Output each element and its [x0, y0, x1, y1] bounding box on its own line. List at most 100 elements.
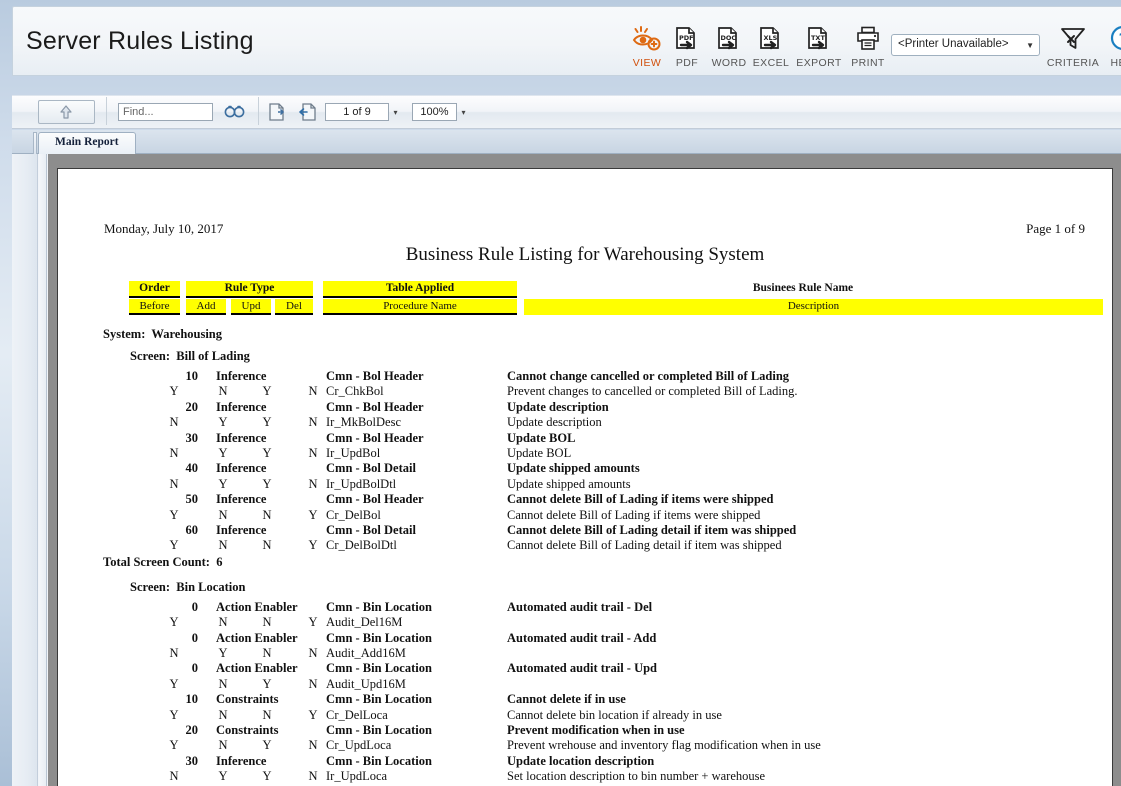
- cell-order: 10: [185, 692, 199, 707]
- printer-icon: [841, 25, 895, 55]
- tab-main-report[interactable]: Main Report: [38, 132, 136, 154]
- cell-before: N: [169, 646, 179, 660]
- cell-procedure-name: Audit_Upd16M: [326, 676, 406, 691]
- printer-select-value: <Printer Unavailable>: [898, 38, 1009, 50]
- cell-rule-type: Constraints: [216, 723, 279, 737]
- cell-business-rule-name: Cannot delete Bill of Lading if items we…: [507, 492, 774, 507]
- cell-business-rule-name: Cannot delete Bill of Lading detail if i…: [507, 523, 797, 537]
- table-row: Y N N Y Cr_DelBol Cannot delete Bill of Ladin…: [58, 508, 1112, 523]
- total-value: 6: [209, 554, 223, 569]
- cell-add: Y: [218, 476, 228, 491]
- table-row: Y N Y N Cr_ChkBol Prevent changes to cancelle…: [58, 384, 1112, 399]
- cell-rule-type: Action Enabler: [216, 661, 298, 676]
- cell-business-rule-name: Update location description: [507, 753, 655, 768]
- cell-upd: N: [262, 615, 272, 630]
- cell-business-rule-name: Prevent modification when in use: [507, 723, 685, 737]
- cell-description: Update description: [507, 415, 602, 430]
- report-content: Monday, July 10, 2017 Page 1 of 9 Busine…: [58, 169, 1112, 786]
- cell-table-applied: Cmn - Bin Location: [326, 661, 432, 676]
- table-row: 10 Constraints Cmn - Bin Location Cannot de…: [58, 692, 1112, 707]
- table-row: 60 Inference Cmn - Bol Detail Cannot delete…: [58, 523, 1112, 538]
- report-page: Monday, July 10, 2017 Page 1 of 9 Busine…: [57, 168, 1113, 786]
- print-button[interactable]: PRINT: [841, 25, 895, 69]
- table-row: N Y Y N Ir_UpdBol Update BOL: [58, 446, 1112, 461]
- screen-line-1: Screen: Bin Location: [130, 580, 245, 595]
- header-before-cell: Before: [129, 299, 180, 315]
- cell-upd: Y: [262, 738, 272, 753]
- table-row: 30 Inference Cmn - Bol Header Update BOL: [58, 431, 1112, 446]
- cell-table-applied: Cmn - Bol Header: [326, 369, 424, 383]
- table-row: 10 Inference Cmn - Bol Header Cannot change…: [58, 369, 1112, 384]
- cell-order: 20: [185, 723, 199, 737]
- excel-button[interactable]: XLS EXCEL: [744, 25, 798, 69]
- zoom-level-input[interactable]: 100%: [412, 103, 457, 121]
- search-input[interactable]: Find...: [118, 103, 213, 121]
- header-del-label: Del: [286, 300, 302, 312]
- cell-order: 60: [185, 523, 199, 537]
- cell-del: N: [308, 476, 318, 491]
- tab-strip-edge: [33, 132, 37, 154]
- help-button[interactable]: ? HELP: [1098, 25, 1121, 69]
- cell-del: N: [308, 676, 318, 691]
- cell-business-rule-name: Automated audit trail - Add: [507, 630, 657, 645]
- cell-rule-type: Inference: [216, 399, 267, 414]
- cell-description: Cannot delete Bill of Lading detail if i…: [507, 538, 782, 553]
- cell-business-rule-name: Update BOL: [507, 430, 576, 445]
- cell-upd: N: [262, 507, 272, 522]
- cell-upd: N: [262, 538, 272, 553]
- table-row: 0 Action Enabler Cmn - Bin Location Automat…: [58, 600, 1112, 615]
- search-icon[interactable]: [224, 104, 246, 122]
- header-upd-cell: Upd: [231, 299, 271, 315]
- zoom-dropdown-caret[interactable]: ▾: [458, 103, 469, 121]
- cell-del: N: [308, 384, 318, 399]
- cell-rule-type: Constraints: [216, 692, 279, 707]
- cell-upd: Y: [262, 384, 272, 399]
- cell-order: 0: [191, 630, 198, 645]
- page-dropdown-caret[interactable]: ▾: [390, 103, 401, 121]
- cell-before: Y: [169, 538, 179, 553]
- cell-procedure-name: Audit_Del16M: [326, 615, 403, 630]
- report-viewer: Monday, July 10, 2017 Page 1 of 9 Busine…: [12, 154, 1121, 786]
- report-page-label: Page 1 of 9: [1026, 221, 1085, 236]
- cell-rule-type: Inference: [216, 369, 267, 383]
- header-order-label: Order: [139, 282, 170, 294]
- header-rule-type-label: Rule Type: [224, 282, 275, 294]
- go-to-parent-button[interactable]: [38, 100, 95, 124]
- cell-del: N: [308, 769, 318, 784]
- page-number-input[interactable]: 1 of 9: [325, 103, 389, 121]
- cell-procedure-name: Ir_UpdBol: [326, 446, 381, 460]
- cell-rule-type: Inference: [216, 492, 267, 507]
- cell-description: Prevent changes to cancelled or complete…: [507, 384, 798, 399]
- cell-business-rule-name: Automated audit trail - Upd: [507, 661, 658, 676]
- print-report-icon[interactable]: [298, 102, 318, 122]
- export-report-icon[interactable]: [267, 102, 287, 122]
- cell-procedure-name: Cr_DelBol: [326, 507, 381, 522]
- report-page-area: Monday, July 10, 2017 Page 1 of 9 Busine…: [48, 154, 1121, 786]
- export-button-label: EXPORT: [796, 57, 842, 69]
- cell-order: 20: [185, 399, 199, 414]
- panel-splitter[interactable]: [39, 154, 47, 786]
- group-tree-panel[interactable]: [12, 154, 38, 786]
- cell-before: Y: [169, 615, 179, 630]
- cell-procedure-name: Cr_ChkBol: [326, 384, 384, 399]
- cell-add: Y: [218, 646, 228, 660]
- cell-add: N: [218, 507, 228, 522]
- table-row: 0 Action Enabler Cmn - Bin Location Automat…: [58, 631, 1112, 646]
- cell-del: N: [308, 415, 318, 430]
- cell-before: N: [169, 415, 179, 430]
- cell-add: Y: [218, 415, 228, 430]
- cell-before: N: [169, 446, 179, 460]
- cell-add: N: [218, 615, 228, 630]
- cell-procedure-name: Cr_DelBolDtl: [326, 538, 397, 553]
- cell-procedure-name: Ir_MkBolDesc: [326, 415, 401, 430]
- criteria-button[interactable]: CRITERIA: [1046, 25, 1100, 69]
- cell-rule-type: Action Enabler: [216, 630, 298, 645]
- cell-upd: Y: [262, 446, 272, 460]
- printer-select[interactable]: <Printer Unavailable> ▼: [891, 34, 1040, 56]
- cell-rule-type: Action Enabler: [216, 599, 298, 614]
- export-button[interactable]: TXT EXPORT: [792, 25, 846, 69]
- cell-procedure-name: Ir_UpdBolDtl: [326, 476, 397, 491]
- table-row: 50 Inference Cmn - Bol Header Cannot delete…: [58, 492, 1112, 507]
- cell-before: Y: [169, 507, 179, 522]
- cell-del: N: [308, 646, 318, 660]
